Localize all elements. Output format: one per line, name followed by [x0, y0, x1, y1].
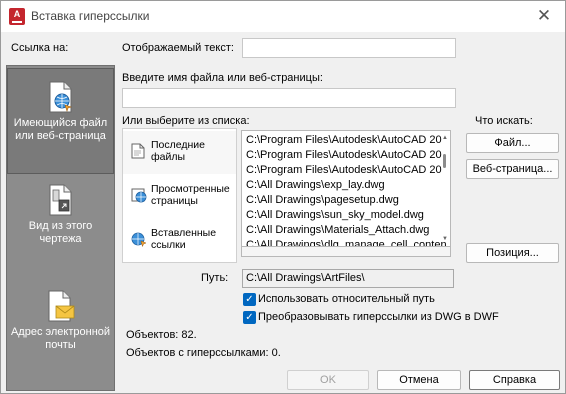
list-item[interactable]: C:\Program Files\Autodesk\AutoCAD 20	[246, 148, 442, 163]
scroll-thumb[interactable]	[443, 154, 446, 168]
link-to-label: Ссылка на:	[11, 42, 69, 54]
source-browsed-pages-label: Просмотренные страницы	[151, 183, 230, 207]
objects-count: Объектов: 82.	[126, 329, 197, 341]
autocad-app-icon: A	[9, 8, 25, 25]
display-text-input[interactable]	[242, 38, 456, 58]
drawing-view-icon	[49, 184, 71, 216]
title-bar: A Вставка гиперссылки ✕	[1, 1, 565, 32]
link-type-pane: Имеющийся файл или веб-страница Вид из э…	[6, 65, 115, 391]
inserted-links-icon	[131, 232, 147, 247]
browsed-pages-icon	[131, 188, 147, 203]
source-browsed-pages[interactable]: Просмотренные страницы	[123, 175, 236, 218]
cancel-button[interactable]: Отмена	[377, 370, 461, 390]
file-list-scrollbar[interactable]: ▲ ▼	[441, 132, 449, 245]
link-type-drawing-view[interactable]: Вид из этого чертежа	[7, 180, 114, 280]
search-label: Что искать:	[475, 115, 533, 127]
recent-files-icon	[131, 143, 145, 159]
convert-dwg-label: Преобразовывать гиперссылки из DWG в DWF	[258, 311, 499, 323]
filename-input[interactable]	[122, 88, 456, 108]
relative-path-label: Использовать относительный путь	[258, 293, 435, 305]
window-title: Вставка гиперссылки	[31, 9, 150, 23]
position-button[interactable]: Позиция...	[466, 243, 559, 263]
list-item[interactable]: C:\All Drawings\exp_lay.dwg	[246, 178, 385, 193]
file-list-hscrollbar[interactable]	[241, 247, 451, 257]
display-text-label: Отображаемый текст:	[122, 42, 234, 54]
ok-button[interactable]: OK	[287, 370, 369, 390]
path-label: Путь:	[201, 272, 229, 284]
link-type-existing-file[interactable]: Имеющийся файл или веб-страница	[7, 68, 114, 174]
objects-with-links-count: Объектов с гиперссылками: 0.	[126, 347, 281, 359]
scroll-down-icon[interactable]: ▼	[441, 235, 449, 243]
scroll-up-icon[interactable]: ▲	[441, 134, 449, 142]
link-type-drawing-view-label: Вид из этого чертежа	[28, 220, 93, 245]
list-item[interactable]: C:\Program Files\Autodesk\AutoCAD 20	[246, 133, 442, 148]
list-item[interactable]: C:\All Drawings\pagesetup.dwg	[246, 193, 399, 208]
choose-from-list-label: Или выберите из списка:	[122, 115, 250, 127]
filename-label: Введите имя файла или веб-страницы:	[122, 72, 323, 84]
source-list: Последние файлы Просмотренные страницы В…	[122, 128, 237, 263]
browse-web-button[interactable]: Веб-страница...	[466, 159, 559, 179]
browse-file-button[interactable]: Файл...	[466, 133, 559, 153]
link-type-email-label: Адрес электронной почты	[10, 326, 111, 351]
file-list[interactable]: C:\Program Files\Autodesk\AutoCAD 20 C:\…	[241, 130, 451, 247]
link-type-existing-file-label: Имеющийся файл или веб-страница	[13, 117, 108, 142]
list-item[interactable]: C:\Program Files\Autodesk\AutoCAD 20	[246, 163, 442, 178]
source-recent-files-label: Последние файлы	[151, 139, 206, 163]
path-field: C:\All Drawings\ArtFiles\	[242, 269, 454, 288]
email-icon	[48, 290, 74, 322]
list-item[interactable]: C:\All Drawings\sun_sky_model.dwg	[246, 208, 424, 223]
close-icon[interactable]: ✕	[533, 5, 555, 27]
globe-document-icon	[49, 81, 72, 113]
link-type-email[interactable]: Адрес электронной почты	[7, 286, 114, 386]
source-recent-files[interactable]: Последние файлы	[123, 131, 236, 174]
source-inserted-links-label: Вставленные ссылки	[151, 227, 217, 251]
list-item[interactable]: C:\All Drawings\Materials_Attach.dwg	[246, 223, 429, 238]
relative-path-checkbox[interactable]: ✓	[243, 293, 256, 306]
hyperlink-dialog: A Вставка гиперссылки ✕ Ссылка на: Имеющ…	[0, 0, 566, 394]
list-item[interactable]: C:\All Drawings\dlg_manage_cell_conten	[246, 238, 447, 246]
convert-dwg-checkbox[interactable]: ✓	[243, 311, 256, 324]
source-inserted-links[interactable]: Вставленные ссылки	[123, 219, 236, 262]
help-button[interactable]: Справка	[469, 370, 560, 390]
